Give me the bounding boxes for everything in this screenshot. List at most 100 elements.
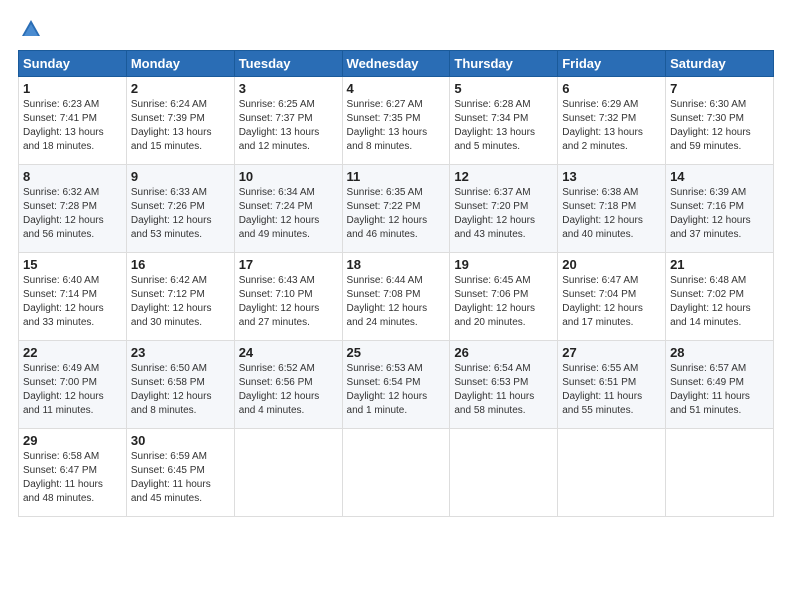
day-info: Sunrise: 6:23 AMSunset: 7:41 PMDaylight:… (23, 98, 122, 154)
day-info: Sunrise: 6:42 AMSunset: 7:12 PMDaylight:… (131, 274, 230, 330)
calendar-cell: 29 Sunrise: 6:58 AMSunset: 6:47 PMDayligh… (19, 429, 127, 517)
day-info: Sunrise: 6:38 AMSunset: 7:18 PMDaylight:… (562, 186, 661, 242)
calendar-cell: 30 Sunrise: 6:59 AMSunset: 6:45 PMDayligh… (126, 429, 234, 517)
calendar-cell: 5 Sunrise: 6:28 AMSunset: 7:34 PMDaylight… (450, 77, 558, 165)
calendar-col-sunday: Sunday (19, 51, 127, 77)
day-info: Sunrise: 6:25 AMSunset: 7:37 PMDaylight:… (239, 98, 338, 154)
calendar-week-row: 22Sunrise: 6:49 AMSunset: 7:00 PMDayligh… (19, 341, 774, 429)
day-number: 12 (454, 169, 553, 184)
day-info: Sunrise: 6:53 AMSunset: 6:54 PMDaylight:… (347, 362, 446, 418)
day-number: 15 (23, 257, 122, 272)
calendar-cell: 24 Sunrise: 6:52 AMSunset: 6:56 PMDayligh… (234, 341, 342, 429)
day-info: Sunrise: 6:24 AMSunset: 7:39 PMDaylight:… (131, 98, 230, 154)
calendar-cell: 25 Sunrise: 6:53 AMSunset: 6:54 PMDayligh… (342, 341, 450, 429)
calendar-cell: 16Sunrise: 6:42 AMSunset: 7:12 PMDayligh… (126, 253, 234, 341)
calendar-cell: 23 Sunrise: 6:50 AMSunset: 6:58 PMDayligh… (126, 341, 234, 429)
calendar-header-row: SundayMondayTuesdayWednesdayThursdayFrid… (19, 51, 774, 77)
calendar-cell: 26 Sunrise: 6:54 AMSunset: 6:53 PMDayligh… (450, 341, 558, 429)
calendar-cell: 27Sunrise: 6:55 AMSunset: 6:51 PMDayligh… (558, 341, 666, 429)
calendar-week-row: 29 Sunrise: 6:58 AMSunset: 6:47 PMDayligh… (19, 429, 774, 517)
day-number: 9 (131, 169, 230, 184)
calendar-cell: 14 Sunrise: 6:39 AMSunset: 7:16 PMDayligh… (666, 165, 774, 253)
day-number: 29 (23, 433, 122, 448)
day-number: 5 (454, 81, 553, 96)
calendar-cell: 22Sunrise: 6:49 AMSunset: 7:00 PMDayligh… (19, 341, 127, 429)
day-number: 21 (670, 257, 769, 272)
calendar-cell: 20 Sunrise: 6:47 AMSunset: 7:04 PMDayligh… (558, 253, 666, 341)
day-number: 4 (347, 81, 446, 96)
calendar-cell: 2 Sunrise: 6:24 AMSunset: 7:39 PMDaylight… (126, 77, 234, 165)
day-info: Sunrise: 6:58 AMSunset: 6:47 PMDaylight:… (23, 450, 122, 506)
calendar-cell (234, 429, 342, 517)
calendar-week-row: 8 Sunrise: 6:32 AMSunset: 7:28 PMDaylight… (19, 165, 774, 253)
calendar-cell: 21 Sunrise: 6:48 AMSunset: 7:02 PMDayligh… (666, 253, 774, 341)
day-number: 26 (454, 345, 553, 360)
day-info: Sunrise: 6:59 AMSunset: 6:45 PMDaylight:… (131, 450, 230, 506)
day-number: 28 (670, 345, 769, 360)
calendar-cell: 12 Sunrise: 6:37 AMSunset: 7:20 PMDayligh… (450, 165, 558, 253)
calendar-table: SundayMondayTuesdayWednesdayThursdayFrid… (18, 50, 774, 517)
day-info: Sunrise: 6:29 AMSunset: 7:32 PMDaylight:… (562, 98, 661, 154)
day-info: Sunrise: 6:37 AMSunset: 7:20 PMDaylight:… (454, 186, 553, 242)
day-number: 10 (239, 169, 338, 184)
day-info: Sunrise: 6:44 AMSunset: 7:08 PMDaylight:… (347, 274, 446, 330)
calendar-cell: 8 Sunrise: 6:32 AMSunset: 7:28 PMDaylight… (19, 165, 127, 253)
day-number: 17 (239, 257, 338, 272)
page: SundayMondayTuesdayWednesdayThursdayFrid… (0, 0, 792, 612)
calendar-cell: 15 Sunrise: 6:40 AMSunset: 7:14 PMDayligh… (19, 253, 127, 341)
day-number: 3 (239, 81, 338, 96)
calendar-cell (666, 429, 774, 517)
day-info: Sunrise: 6:54 AMSunset: 6:53 PMDaylight:… (454, 362, 553, 418)
calendar-col-wednesday: Wednesday (342, 51, 450, 77)
calendar-cell: 4 Sunrise: 6:27 AMSunset: 7:35 PMDaylight… (342, 77, 450, 165)
day-info: Sunrise: 6:35 AMSunset: 7:22 PMDaylight:… (347, 186, 446, 242)
day-info: Sunrise: 6:50 AMSunset: 6:58 PMDaylight:… (131, 362, 230, 418)
day-info: Sunrise: 6:57 AMSunset: 6:49 PMDaylight:… (670, 362, 769, 418)
day-number: 14 (670, 169, 769, 184)
calendar-col-tuesday: Tuesday (234, 51, 342, 77)
day-info: Sunrise: 6:33 AMSunset: 7:26 PMDaylight:… (131, 186, 230, 242)
day-info: Sunrise: 6:49 AMSunset: 7:00 PMDaylight:… (23, 362, 122, 418)
calendar-col-monday: Monday (126, 51, 234, 77)
day-info: Sunrise: 6:27 AMSunset: 7:35 PMDaylight:… (347, 98, 446, 154)
header (18, 18, 774, 40)
day-info: Sunrise: 6:32 AMSunset: 7:28 PMDaylight:… (23, 186, 122, 242)
day-number: 25 (347, 345, 446, 360)
day-info: Sunrise: 6:52 AMSunset: 6:56 PMDaylight:… (239, 362, 338, 418)
logo (18, 18, 42, 40)
day-info: Sunrise: 6:28 AMSunset: 7:34 PMDaylight:… (454, 98, 553, 154)
day-info: Sunrise: 6:39 AMSunset: 7:16 PMDaylight:… (670, 186, 769, 242)
calendar-cell: 9 Sunrise: 6:33 AMSunset: 7:26 PMDaylight… (126, 165, 234, 253)
day-number: 20 (562, 257, 661, 272)
day-number: 8 (23, 169, 122, 184)
calendar-week-row: 1Sunrise: 6:23 AMSunset: 7:41 PMDaylight… (19, 77, 774, 165)
calendar-cell: 11 Sunrise: 6:35 AMSunset: 7:22 PMDayligh… (342, 165, 450, 253)
calendar-cell: 6 Sunrise: 6:29 AMSunset: 7:32 PMDaylight… (558, 77, 666, 165)
day-number: 2 (131, 81, 230, 96)
day-info: Sunrise: 6:34 AMSunset: 7:24 PMDaylight:… (239, 186, 338, 242)
day-number: 24 (239, 345, 338, 360)
calendar-cell: 19Sunrise: 6:45 AMSunset: 7:06 PMDayligh… (450, 253, 558, 341)
day-info: Sunrise: 6:55 AMSunset: 6:51 PMDaylight:… (562, 362, 661, 418)
calendar-col-thursday: Thursday (450, 51, 558, 77)
day-number: 6 (562, 81, 661, 96)
day-info: Sunrise: 6:47 AMSunset: 7:04 PMDaylight:… (562, 274, 661, 330)
calendar-cell: 13 Sunrise: 6:38 AMSunset: 7:18 PMDayligh… (558, 165, 666, 253)
day-number: 23 (131, 345, 230, 360)
day-number: 18 (347, 257, 446, 272)
day-info: Sunrise: 6:43 AMSunset: 7:10 PMDaylight:… (239, 274, 338, 330)
calendar-cell: 7Sunrise: 6:30 AMSunset: 7:30 PMDaylight… (666, 77, 774, 165)
day-number: 13 (562, 169, 661, 184)
calendar-cell: 17 Sunrise: 6:43 AMSunset: 7:10 PMDayligh… (234, 253, 342, 341)
calendar-cell: 18 Sunrise: 6:44 AMSunset: 7:08 PMDayligh… (342, 253, 450, 341)
calendar-week-row: 15 Sunrise: 6:40 AMSunset: 7:14 PMDayligh… (19, 253, 774, 341)
day-number: 30 (131, 433, 230, 448)
day-info: Sunrise: 6:48 AMSunset: 7:02 PMDaylight:… (670, 274, 769, 330)
calendar-col-saturday: Saturday (666, 51, 774, 77)
logo-icon (20, 18, 42, 40)
calendar-cell: 3 Sunrise: 6:25 AMSunset: 7:37 PMDaylight… (234, 77, 342, 165)
calendar-cell: 1Sunrise: 6:23 AMSunset: 7:41 PMDaylight… (19, 77, 127, 165)
day-info: Sunrise: 6:40 AMSunset: 7:14 PMDaylight:… (23, 274, 122, 330)
day-number: 11 (347, 169, 446, 184)
day-info: Sunrise: 6:45 AMSunset: 7:06 PMDaylight:… (454, 274, 553, 330)
